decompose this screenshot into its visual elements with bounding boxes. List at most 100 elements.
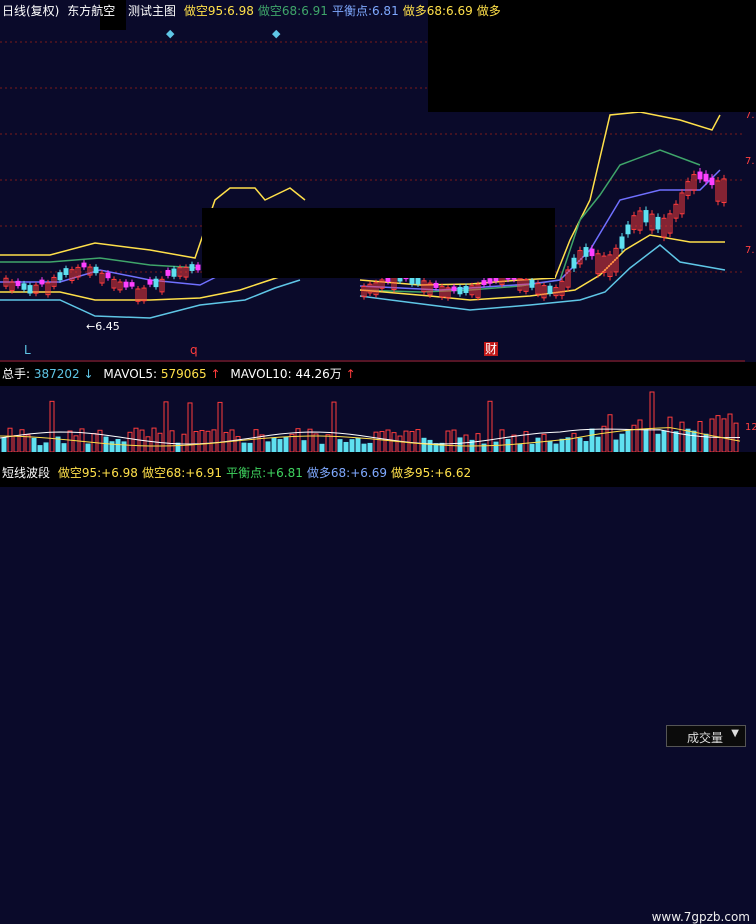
- volume-bar: [595, 436, 601, 453]
- indicator-select[interactable]: 成交量 ▼: [666, 725, 746, 747]
- volume-bar: [679, 421, 685, 453]
- candle: [105, 272, 111, 279]
- volume-bar: [283, 436, 289, 453]
- header-number: 6.91: [301, 4, 328, 18]
- finance-marker[interactable]: 财: [484, 342, 499, 356]
- volume-bar: [367, 442, 373, 453]
- volume-bar: [517, 443, 523, 453]
- period-label[interactable]: 日线(复权): [2, 4, 59, 18]
- volume-bar: [49, 400, 55, 453]
- volume-chart-canvas[interactable]: [0, 386, 745, 453]
- stock-name[interactable]: 东方航空: [67, 4, 115, 18]
- volume-bar: [271, 437, 277, 453]
- volume-bar: [379, 430, 385, 453]
- header-value-1: 做空68:6.91: [258, 4, 328, 18]
- candle: [171, 268, 177, 277]
- bottom-value-4: 做多95:+6.62: [391, 466, 471, 480]
- q-marker: q: [190, 343, 198, 357]
- volume-bar: [607, 414, 613, 453]
- volume-stats: 总手: 387202 ↓ MAVOL5: 579065 ↑ MAVOL10: 4…: [2, 367, 356, 381]
- volume-bar: [445, 430, 451, 453]
- candle: [457, 286, 463, 295]
- bottom-number: +6.98: [101, 466, 138, 480]
- volume-bar: [625, 429, 631, 453]
- candle: [463, 286, 469, 294]
- mid-band-line: [0, 257, 201, 269]
- volume-bar: [559, 438, 565, 453]
- candle: [643, 210, 649, 223]
- volume-bar: [655, 433, 661, 453]
- volume-bar: [241, 442, 247, 453]
- volume-bar: [337, 439, 343, 453]
- bottom-number: +6.62: [434, 466, 472, 480]
- header-value-0: 做空95:6.98: [184, 4, 254, 18]
- bottom-indicator-name[interactable]: 短线波段: [2, 466, 50, 480]
- volume-bar: [451, 429, 457, 453]
- candle: [709, 177, 715, 186]
- candle: [547, 285, 553, 294]
- mavol5-label: MAVOL5:: [103, 367, 158, 381]
- volume-bar: [661, 430, 667, 453]
- caret-down-icon: ▼: [731, 728, 739, 739]
- volume-bar: [421, 437, 427, 453]
- candle: [655, 216, 661, 230]
- header-label: 做多68:: [402, 4, 447, 18]
- volume-bar: [175, 442, 181, 453]
- bottom-label: 做空95:: [57, 466, 102, 480]
- arrow-down-icon: ↓: [83, 367, 94, 381]
- volume-bar: [19, 429, 25, 453]
- volume-bar: [253, 429, 259, 453]
- volume-bar: [265, 441, 271, 453]
- bottom-value-0: 做空95:+6.98: [58, 466, 138, 480]
- bottom-indicator-bar: 短线波段 做空95:+6.98 做空68:+6.91 平衡点:+6.81 做多68:+…: [0, 452, 756, 924]
- volume-bar: [643, 428, 649, 453]
- header-value-2: 平衡点:6.81: [332, 4, 399, 18]
- volume-chart[interactable]: [0, 386, 745, 453]
- candle: [451, 286, 457, 292]
- min-price-value: 6.45: [95, 320, 120, 333]
- min-price-marker: ←6.45: [86, 320, 120, 333]
- volume-bar: [97, 429, 103, 453]
- candle: [63, 268, 69, 275]
- bottom-label: 平衡点:: [226, 466, 267, 480]
- mavol10-label: MAVOL10:: [230, 367, 292, 381]
- header-number: 6.81: [371, 4, 399, 18]
- volume-scale-tick: 12: [745, 422, 756, 433]
- volume-bar: [169, 430, 175, 453]
- volume-bar: [259, 434, 265, 453]
- candle: [189, 264, 195, 271]
- watermark: www.7gpzb.com: [651, 910, 750, 924]
- volume-bar: [691, 430, 697, 453]
- volume-bar: [619, 433, 625, 453]
- volume-bar: [247, 442, 253, 453]
- volume-scale: 12: [745, 386, 756, 452]
- volume-bar: [727, 413, 733, 453]
- candle: [703, 173, 709, 182]
- volume-bar: [31, 437, 37, 453]
- header-label: 做多: [476, 4, 501, 18]
- volume-bar: [235, 436, 241, 453]
- candle: [433, 282, 439, 288]
- indicator-name[interactable]: 测试主图: [128, 4, 176, 18]
- candle: [153, 278, 159, 288]
- volume-bar: [163, 401, 169, 453]
- total-label: 总手:: [2, 367, 31, 381]
- volume-bar: [649, 391, 655, 453]
- mavol5-value: 579065: [160, 367, 207, 381]
- header-label: 做空95:: [183, 4, 228, 18]
- volume-bar: [313, 433, 319, 453]
- volume-bar: [673, 431, 679, 453]
- volume-bar: [325, 434, 331, 453]
- volume-bar: [391, 432, 397, 453]
- candle: [27, 285, 33, 294]
- volume-bar: [343, 441, 349, 453]
- candle: [571, 257, 577, 269]
- price-scale-tick: 7.: [745, 156, 755, 167]
- volume-bar: [127, 431, 133, 453]
- candle: [147, 279, 153, 285]
- volume-bar: [1, 437, 7, 453]
- candle: [93, 266, 99, 274]
- volume-bar: [85, 443, 91, 453]
- volume-bar: [577, 437, 583, 453]
- volume-bar: [457, 437, 463, 453]
